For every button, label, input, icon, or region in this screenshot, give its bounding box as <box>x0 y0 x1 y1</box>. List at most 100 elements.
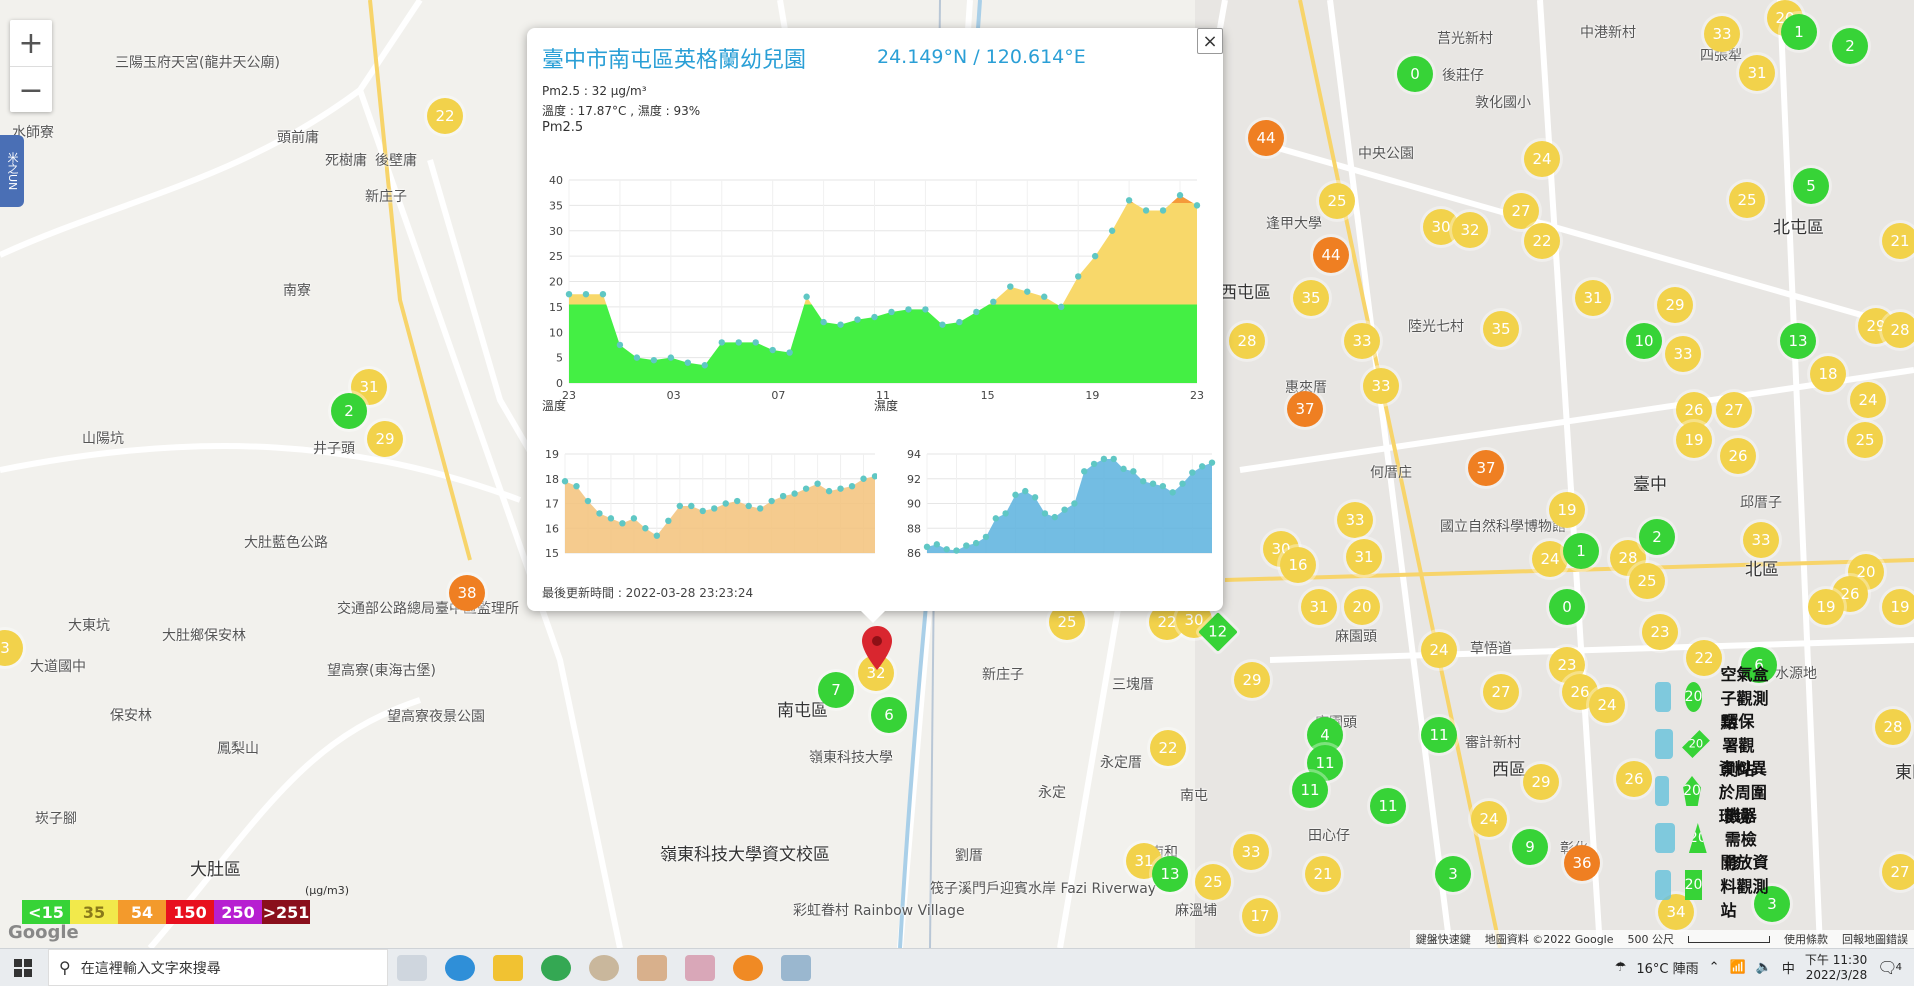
terms-link[interactable]: 使用條款 <box>1784 931 1828 947</box>
data-point[interactable] <box>756 505 764 512</box>
data-point[interactable] <box>802 485 810 492</box>
data-point[interactable] <box>1142 207 1150 214</box>
data-point[interactable] <box>837 321 844 328</box>
data-point[interactable] <box>650 356 658 364</box>
blender-icon[interactable] <box>733 954 763 981</box>
airbox-marker[interactable]: 2 <box>1639 519 1675 555</box>
airbox-marker[interactable]: 25 <box>1195 864 1231 900</box>
airbox-marker[interactable]: 22 <box>1150 730 1186 766</box>
airbox-marker[interactable]: 17 <box>1242 898 1278 934</box>
data-point[interactable] <box>768 497 775 505</box>
airbox-marker[interactable]: 19 <box>1882 589 1914 625</box>
data-point[interactable] <box>1169 489 1176 496</box>
data-point[interactable] <box>607 515 615 522</box>
data-point[interactable] <box>1071 500 1078 507</box>
data-point[interactable] <box>1110 455 1117 463</box>
data-point[interactable] <box>943 546 950 553</box>
airbox-marker[interactable]: 22 <box>1686 640 1722 676</box>
airbox-marker[interactable]: 21 <box>1882 223 1914 259</box>
airbox-marker[interactable]: 27 <box>1716 392 1752 428</box>
airbox-marker[interactable]: 25 <box>1847 422 1883 458</box>
data-point[interactable] <box>1120 465 1127 473</box>
airbox-marker[interactable]: 24 <box>1471 801 1507 837</box>
data-point[interactable] <box>1041 510 1049 517</box>
airbox-marker[interactable]: 28 <box>1229 323 1265 359</box>
chrome-browser-icon[interactable] <box>541 954 571 981</box>
airbox-marker[interactable]: 7 <box>818 672 854 708</box>
data-point[interactable] <box>1159 207 1167 214</box>
data-point[interactable] <box>642 525 649 532</box>
zoom-out-button[interactable]: − <box>10 67 52 113</box>
data-point[interactable] <box>956 318 963 326</box>
data-point[interactable] <box>718 339 725 346</box>
data-point[interactable] <box>1189 469 1196 476</box>
airbox-marker[interactable]: 0 <box>1549 589 1585 625</box>
airbox-marker[interactable]: 37 <box>1468 450 1504 486</box>
data-point[interactable] <box>1081 468 1088 475</box>
data-point[interactable] <box>1012 491 1019 499</box>
airbox-marker[interactable]: 29 <box>1234 662 1270 698</box>
airbox-marker[interactable]: 29 <box>367 421 403 457</box>
data-point[interactable] <box>982 533 990 541</box>
data-point[interactable] <box>584 497 592 505</box>
data-point[interactable] <box>711 505 718 512</box>
data-point[interactable] <box>990 298 997 305</box>
data-point[interactable] <box>871 313 878 321</box>
airbox-marker[interactable]: 11 <box>1292 772 1328 808</box>
data-point[interactable] <box>860 475 867 482</box>
data-point[interactable] <box>752 339 759 346</box>
data-point[interactable] <box>1041 293 1048 300</box>
data-point[interactable] <box>1024 288 1031 295</box>
airbox-marker[interactable]: 25 <box>1319 183 1355 219</box>
airbox-marker[interactable]: 13 <box>1152 856 1188 892</box>
airbox-marker[interactable]: 33 <box>1704 16 1740 52</box>
data-point[interactable] <box>791 490 798 497</box>
data-point[interactable] <box>667 354 675 361</box>
airbox-marker[interactable]: 33 <box>1233 834 1269 870</box>
airbox-marker[interactable]: 1 <box>1563 533 1599 569</box>
airbox-marker[interactable]: 1 <box>1781 14 1817 50</box>
data-point[interactable] <box>922 306 929 313</box>
airbox-marker[interactable]: 22 <box>427 98 463 134</box>
show-hidden-icons-icon[interactable]: ⌃ <box>1709 960 1720 975</box>
airbox-marker[interactable]: 24 <box>1589 687 1625 723</box>
airbox-marker[interactable]: 33 <box>1743 522 1779 558</box>
data-point[interactable] <box>1031 494 1039 501</box>
airbox-marker[interactable]: 38 <box>449 575 485 611</box>
airbox-marker[interactable]: 21 <box>1305 856 1341 892</box>
data-point[interactable] <box>1198 463 1206 470</box>
app-icon-4[interactable] <box>781 954 811 981</box>
data-point[interactable] <box>596 510 603 517</box>
data-point[interactable] <box>963 542 970 549</box>
airbox-marker[interactable]: 10 <box>1626 323 1662 359</box>
airbox-marker[interactable]: 29 <box>1657 287 1693 323</box>
data-point[interactable] <box>973 308 980 316</box>
airbox-marker[interactable]: 24 <box>1524 141 1560 177</box>
data-point[interactable] <box>825 487 833 495</box>
scale-label[interactable]: 500 公尺 <box>1628 931 1675 947</box>
edge-browser-icon[interactable] <box>445 954 475 981</box>
file-explorer-icon[interactable] <box>493 954 523 981</box>
airbox-marker[interactable]: 5 <box>1793 168 1829 204</box>
data-point[interactable] <box>837 485 844 492</box>
clock[interactable]: 下午 11:30 2022/3/28 <box>1805 953 1867 983</box>
close-icon[interactable]: × <box>1197 28 1223 54</box>
data-point[interactable] <box>1002 510 1009 517</box>
data-point[interactable] <box>814 480 821 487</box>
data-point[interactable] <box>722 500 729 507</box>
data-point[interactable] <box>699 507 706 515</box>
airbox-marker[interactable]: 18 <box>1810 356 1846 392</box>
airbox-marker[interactable]: 31 <box>1739 55 1775 91</box>
airbox-marker[interactable]: 11 <box>1370 788 1406 824</box>
data-point[interactable] <box>633 354 641 361</box>
airbox-marker[interactable]: 24 <box>1421 632 1457 668</box>
data-point[interactable] <box>1100 455 1108 463</box>
data-point[interactable] <box>1193 202 1201 209</box>
taskbar-search-box[interactable]: ⚲ 在這裡輸入文字來搜尋 <box>48 949 388 986</box>
airbox-marker[interactable]: 16 <box>1280 547 1316 583</box>
airbox-marker[interactable]: 13 <box>1780 323 1816 359</box>
network-icon[interactable]: 📶 <box>1730 960 1746 975</box>
airbox-marker[interactable]: 31 <box>1346 539 1382 575</box>
ime-indicator[interactable]: 中 <box>1782 958 1795 977</box>
data-point[interactable] <box>854 316 861 323</box>
